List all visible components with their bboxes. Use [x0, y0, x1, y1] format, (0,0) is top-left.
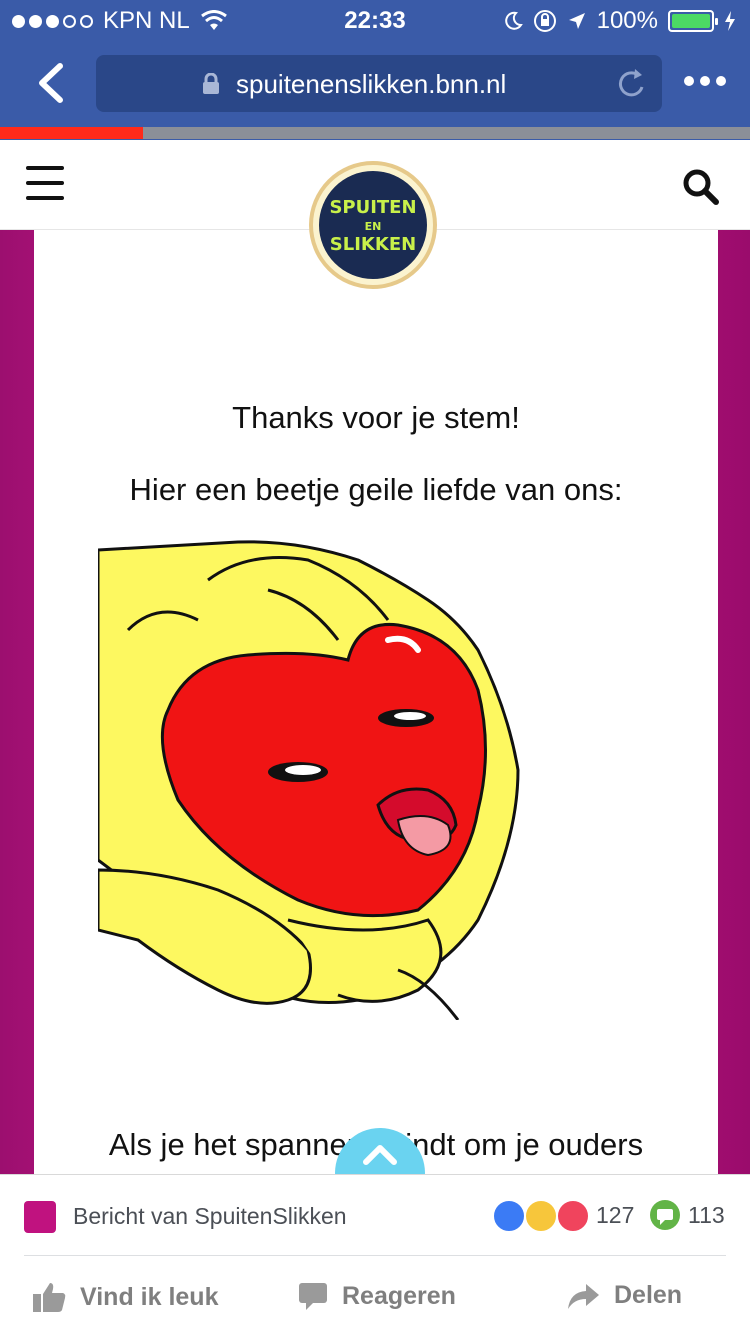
address-bar[interactable]: spuitenenslikken.bnn.nl: [96, 55, 662, 112]
reaction-count[interactable]: 127: [596, 1202, 634, 1229]
battery-icon: [668, 10, 718, 32]
back-icon[interactable]: [34, 62, 66, 104]
comment-bubble-icon: [650, 1200, 680, 1230]
thumbs-up-icon: [33, 1283, 66, 1312]
browser-chrome: KPN NL 22:33 100% spuitenenslikken.bnn.n…: [0, 0, 750, 140]
more-options-icon[interactable]: [684, 76, 726, 86]
post-source[interactable]: Bericht van SpuitenSlikken: [73, 1203, 347, 1230]
rotation-lock-icon: [533, 10, 556, 32]
status-bar: KPN NL 22:33 100%: [0, 0, 750, 40]
url-text: spuitenenslikken.bnn.nl: [236, 69, 507, 99]
thanks-heading: Thanks voor je stem!: [232, 400, 520, 435]
post-actions: Vind ik leuk Reageren Delen: [0, 1257, 750, 1334]
like-label: Vind ik leuk: [80, 1282, 219, 1311]
like-button[interactable]: Vind ik leuk: [32, 1281, 218, 1313]
facebook-post-bar: Bericht van SpuitenSlikken 127 113 Vind …: [0, 1174, 750, 1334]
love-subheading: Hier een beetje geile liefde van ons:: [129, 472, 623, 507]
svg-text:EN: EN: [365, 220, 382, 233]
divider: [24, 1255, 726, 1256]
love-reaction-icon: [556, 1199, 590, 1233]
svg-text:SLIKKEN: SLIKKEN: [330, 234, 416, 255]
share-button[interactable]: Delen: [566, 1281, 682, 1310]
heart-in-hands-illustration: [98, 540, 520, 1020]
post-info-row: Bericht van SpuitenSlikken 127 113: [0, 1175, 750, 1255]
share-label: Delen: [614, 1281, 683, 1309]
comment-count[interactable]: 113: [688, 1202, 725, 1229]
location-icon: [568, 13, 585, 29]
chevron-up-icon: [363, 1145, 397, 1165]
lock-icon: [203, 73, 219, 94]
charging-icon: [725, 11, 735, 31]
page-background: Thanks voor je stem! Hier een beetje gei…: [0, 230, 750, 1174]
search-icon[interactable]: [682, 168, 720, 206]
like-reaction-icon: [492, 1199, 526, 1233]
battery-percentage: 100%: [596, 7, 658, 34]
content-card: Thanks voor je stem! Hier een beetje gei…: [34, 230, 718, 1174]
moon-icon: [504, 11, 523, 30]
comment-button[interactable]: Reageren: [298, 1281, 456, 1311]
menu-icon[interactable]: [26, 166, 64, 200]
page-load-progress: [0, 127, 750, 139]
page-load-progress-fill: [0, 127, 143, 139]
page-avatar[interactable]: [24, 1201, 56, 1233]
share-arrow-icon: [568, 1283, 599, 1309]
spuiten-en-slikken-logo[interactable]: SPUITEN EN SLIKKEN: [306, 158, 440, 292]
haha-reaction-icon: [524, 1199, 558, 1233]
comment-icon: [299, 1283, 327, 1310]
reload-icon[interactable]: [616, 67, 648, 101]
svg-text:SPUITEN: SPUITEN: [329, 197, 416, 218]
comment-label: Reageren: [342, 1281, 456, 1310]
